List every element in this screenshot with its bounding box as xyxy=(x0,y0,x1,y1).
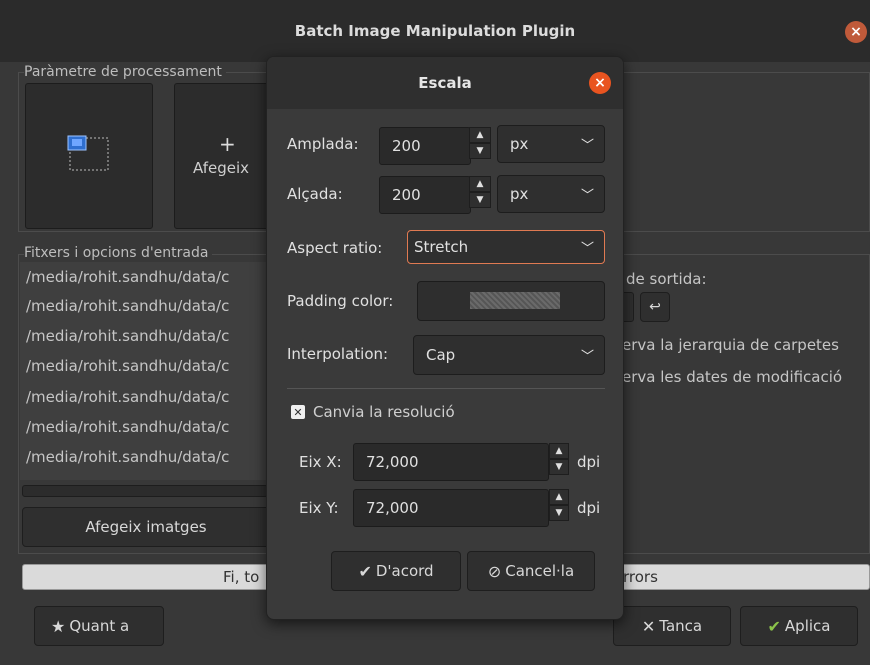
cancel-circle-icon: ⊘ xyxy=(487,561,502,581)
progress-text-right: rrors xyxy=(623,568,658,586)
about-label: Quant a xyxy=(69,617,130,635)
keep-dates-option[interactable]: erva les dates de modificació xyxy=(622,368,842,386)
y-resolution-unit: dpi xyxy=(577,499,601,517)
check-icon: ✔ xyxy=(358,561,372,581)
width-stepper[interactable]: ▲ ▼ xyxy=(469,127,491,159)
apply-button[interactable]: ✔ Aplica xyxy=(740,606,858,646)
chevron-down-icon: ﹀ xyxy=(580,188,594,204)
aspect-ratio-label: Aspect ratio: xyxy=(287,239,383,257)
interpolation-value: Cap xyxy=(426,346,456,364)
width-unit-value: px xyxy=(510,135,529,153)
dialog-close-button[interactable]: × xyxy=(589,72,611,94)
undo-icon: ↩ xyxy=(649,299,661,315)
cancel-button[interactable]: ⊘ Cancel·la xyxy=(467,551,595,591)
interpolation-label: Interpolation: xyxy=(287,345,389,363)
file-list-item[interactable]: /media/rohit.sandhu/data/c xyxy=(26,268,229,286)
file-list-item[interactable]: /media/rohit.sandhu/data/c xyxy=(26,327,229,345)
x-increment[interactable]: ▲ xyxy=(549,443,569,459)
add-step-label: Afegeix xyxy=(193,159,250,177)
dialog-title: Escala xyxy=(418,74,472,92)
height-unit-select[interactable]: px ﹀ xyxy=(497,175,605,213)
about-button[interactable]: ★ Quant a xyxy=(34,606,164,646)
apply-label: Aplica xyxy=(784,617,831,635)
y-resolution-label: Eix Y: xyxy=(299,499,339,517)
star-icon: ★ xyxy=(51,616,66,636)
y-resolution-stepper[interactable]: ▲ ▼ xyxy=(549,489,569,521)
add-step-tile[interactable]: + Afegeix xyxy=(174,83,274,229)
width-unit-select[interactable]: px ﹀ xyxy=(497,125,605,163)
close-label: Tanca xyxy=(659,617,703,635)
processing-label: Paràmetre de processament xyxy=(24,64,226,80)
height-label: Alçada: xyxy=(287,185,343,203)
scale-dialog: Escala × Amplada: 200 ▲ ▼ px ﹀ Alçada: 2… xyxy=(266,56,624,620)
resize-step-icon xyxy=(67,135,109,171)
x-resolution-stepper[interactable]: ▲ ▼ xyxy=(549,443,569,475)
close-button[interactable]: ✕ Tanca xyxy=(613,606,731,646)
chevron-down-icon: ﹀ xyxy=(580,138,594,154)
close-icon: × xyxy=(850,24,862,40)
y-resolution-input[interactable]: 72,000 xyxy=(353,489,549,527)
height-unit-value: px xyxy=(510,185,529,203)
x-decrement[interactable]: ▼ xyxy=(549,459,569,475)
x-resolution-unit: dpi xyxy=(577,453,601,471)
height-stepper[interactable]: ▲ ▼ xyxy=(469,176,491,208)
close-icon: × xyxy=(594,75,606,91)
file-list-item[interactable]: /media/rohit.sandhu/data/c xyxy=(26,297,229,315)
width-label: Amplada: xyxy=(287,135,359,153)
dialog-titlebar: Escala × xyxy=(267,57,623,109)
checkmark-icon: ✔ xyxy=(767,616,781,636)
padding-color-label: Padding color: xyxy=(287,292,394,310)
ok-label: D'acord xyxy=(375,562,434,580)
files-label: Fitxers i opcions d'entrada xyxy=(24,245,213,261)
x-resolution-label: Eix X: xyxy=(299,453,342,471)
height-increment[interactable]: ▲ xyxy=(469,176,491,192)
width-decrement[interactable]: ▼ xyxy=(469,143,491,159)
plus-icon: + xyxy=(219,132,236,156)
padding-color-swatch xyxy=(470,292,560,309)
height-input[interactable]: 200 xyxy=(379,176,471,214)
resolution-label[interactable]: Canvia la resolució xyxy=(313,403,455,421)
output-label: de sortida: xyxy=(626,270,707,288)
aspect-ratio-select[interactable]: Stretch ﹀ xyxy=(407,230,605,264)
chevron-down-icon: ﹀ xyxy=(580,241,594,257)
aspect-ratio-value: Stretch xyxy=(414,238,469,256)
progress-text-left: Fi, to xyxy=(223,568,260,586)
x-resolution-input[interactable]: 72,000 xyxy=(353,443,549,481)
width-increment[interactable]: ▲ xyxy=(469,127,491,143)
interpolation-select[interactable]: Cap ﹀ xyxy=(413,335,605,375)
main-close-button[interactable]: × xyxy=(845,21,867,43)
resolution-checkbox[interactable]: ✕ xyxy=(291,405,305,419)
cancel-label: Cancel·la xyxy=(505,562,575,580)
width-input[interactable]: 200 xyxy=(379,127,471,165)
reset-folder-button[interactable]: ↩ xyxy=(640,292,670,322)
ok-button[interactable]: ✔ D'acord xyxy=(331,551,461,591)
x-icon: ✕ xyxy=(641,616,656,636)
file-list-item[interactable]: /media/rohit.sandhu/data/c xyxy=(26,357,229,375)
file-list-item[interactable]: /media/rohit.sandhu/data/c xyxy=(26,388,229,406)
keep-hierarchy-option[interactable]: erva la jerarquia de carpetes xyxy=(622,336,839,354)
y-increment[interactable]: ▲ xyxy=(549,489,569,505)
height-decrement[interactable]: ▼ xyxy=(469,192,491,208)
file-list-scrollbar[interactable] xyxy=(22,485,268,497)
y-decrement[interactable]: ▼ xyxy=(549,505,569,521)
file-list-item[interactable]: /media/rohit.sandhu/data/c xyxy=(26,418,229,436)
dialog-separator xyxy=(287,388,605,389)
main-titlebar: Batch Image Manipulation Plugin × xyxy=(0,0,870,62)
padding-color-button[interactable] xyxy=(417,281,605,321)
window-title: Batch Image Manipulation Plugin xyxy=(294,22,576,40)
chevron-down-icon: ﹀ xyxy=(580,349,594,365)
add-images-label: Afegeix imatges xyxy=(85,518,207,536)
file-list-item[interactable]: /media/rohit.sandhu/data/c xyxy=(26,448,229,466)
add-images-button[interactable]: Afegeix imatges xyxy=(22,507,270,547)
resize-step-tile[interactable] xyxy=(25,83,153,229)
